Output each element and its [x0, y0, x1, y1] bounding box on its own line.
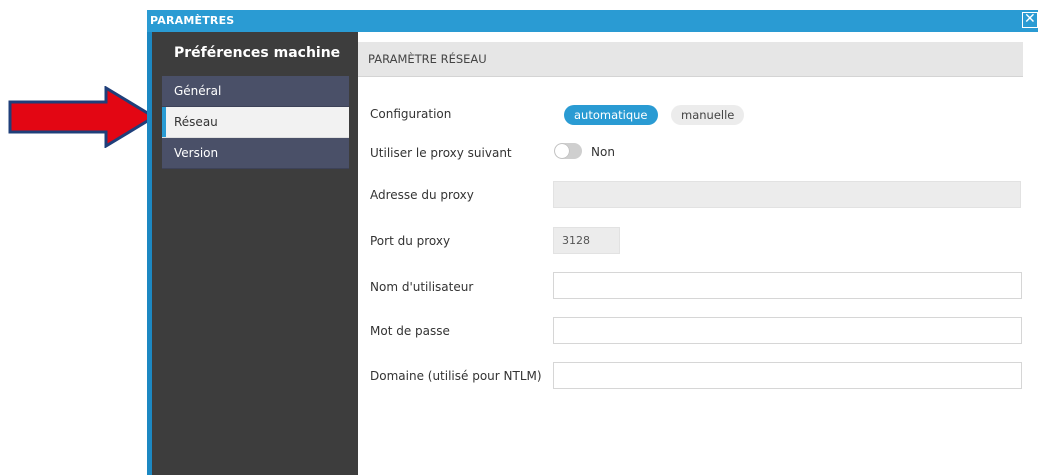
proxy-address-label: Adresse du proxy [370, 188, 474, 202]
network-settings-panel: PARAMÈTRE RÉSEAU Configuration automatiq… [358, 32, 1038, 475]
settings-window: PARAMÈTRES ✕ Préférences machine Général… [147, 10, 1038, 475]
sidebar: Préférences machine Général Réseau Versi… [152, 32, 358, 475]
use-proxy-label: Utiliser le proxy suivant [370, 146, 512, 160]
username-label: Nom d'utilisateur [370, 280, 474, 294]
proxy-port-label: Port du proxy [370, 234, 451, 248]
use-proxy-toggle[interactable] [554, 143, 582, 159]
username-input[interactable] [553, 272, 1022, 299]
configuration-label: Configuration [370, 107, 452, 121]
red-arrow-icon [8, 86, 157, 148]
section-title: PARAMÈTRE RÉSEAU [358, 42, 1023, 77]
sidebar-item-label: Réseau [174, 115, 218, 129]
close-icon: ✕ [1024, 11, 1036, 27]
password-input[interactable] [553, 317, 1022, 344]
sidebar-title: Préférences machine [174, 45, 341, 61]
domain-label: Domaine (utilisé pour NTLM) [370, 369, 542, 383]
sidebar-item-label: Général [174, 84, 222, 98]
sidebar-item-label: Version [174, 146, 219, 160]
config-automatic-option[interactable]: automatique [564, 105, 658, 125]
window-title: PARAMÈTRES [150, 14, 235, 27]
proxy-port-input[interactable] [553, 227, 620, 254]
sidebar-menu: Général Réseau Version [162, 76, 349, 169]
sidebar-item-version[interactable]: Version [162, 138, 349, 169]
proxy-address-input[interactable] [553, 181, 1021, 208]
close-button[interactable]: ✕ [1022, 12, 1038, 28]
sidebar-item-reseau[interactable]: Réseau [162, 107, 349, 138]
title-bar: PARAMÈTRES ✕ [147, 10, 1038, 32]
password-label: Mot de passe [370, 324, 450, 338]
toggle-knob [555, 144, 569, 158]
domain-input[interactable] [553, 362, 1022, 389]
use-proxy-state: Non [591, 145, 615, 159]
sidebar-item-general[interactable]: Général [162, 76, 349, 107]
config-manual-option[interactable]: manuelle [671, 105, 745, 125]
